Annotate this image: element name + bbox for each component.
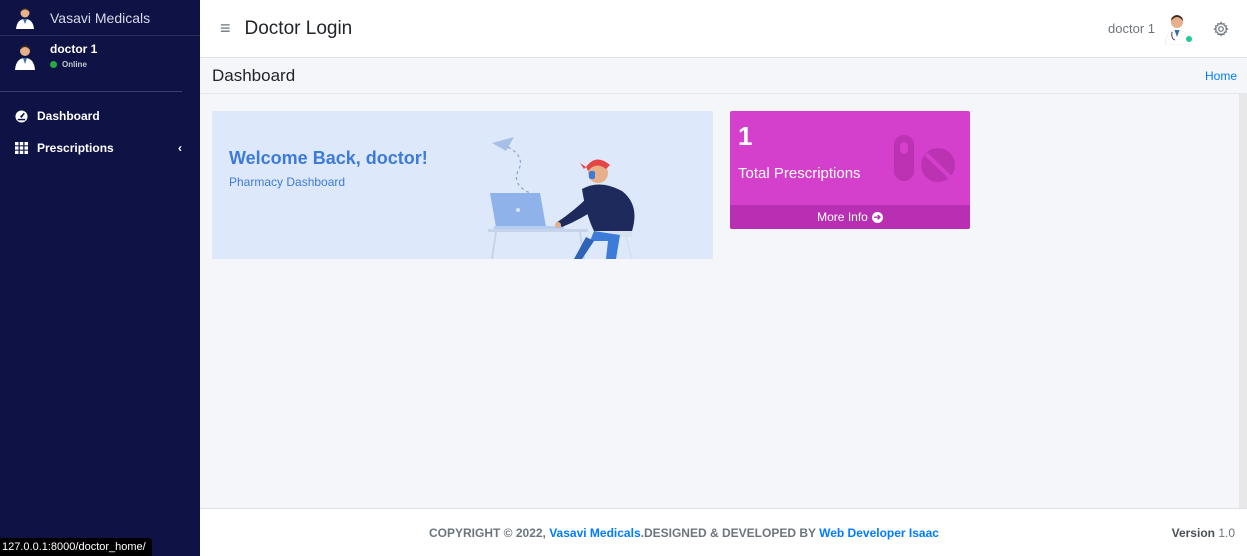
- welcome-title: Welcome Back, doctor!: [229, 148, 428, 168]
- version-label: Version: [1171, 525, 1215, 540]
- prescriptions-count: 1: [738, 121, 753, 151]
- user-status-label: Online: [62, 60, 87, 69]
- online-status-icon: [1185, 34, 1193, 43]
- sidebar-item-label: Dashboard: [37, 109, 100, 123]
- sidebar-item-label: Prescriptions: [37, 141, 114, 155]
- user-panel[interactable]: doctor 1 Online: [0, 36, 182, 92]
- top-navbar: ≡ Doctor Login doctor 1: [200, 0, 1247, 58]
- user-name[interactable]: doctor 1: [50, 42, 97, 56]
- welcome-card: Welcome Back, doctor! Pharmacy Dashboard: [212, 111, 713, 259]
- arrow-circle-right-icon: ➜: [871, 211, 883, 223]
- prescriptions-label: Total Prescriptions: [738, 165, 861, 182]
- online-status-icon: [50, 61, 57, 68]
- brand-logo-avatar: [16, 7, 34, 29]
- developer-link[interactable]: Web Developer Isaac: [819, 526, 939, 540]
- status-bar-url: 127.0.0.1:8000/doctor_home/: [0, 538, 152, 556]
- tachometer-icon: [14, 109, 28, 123]
- brand-footer-link[interactable]: Vasavi Medicals: [549, 526, 640, 540]
- welcome-subtitle: Pharmacy Dashboard: [229, 175, 346, 189]
- content-header: Dashboard Home: [200, 58, 1247, 94]
- more-info-link[interactable]: More Info ➜: [730, 205, 970, 229]
- sidebar-nav: Dashboard Prescriptions ‹: [0, 100, 200, 164]
- top-right-controls: doctor 1: [1108, 13, 1229, 45]
- person-at-laptop-illustration: [488, 137, 635, 259]
- designed-by-text: .DESIGNED & DEVELOPED BY: [640, 525, 820, 540]
- grid-icon: [14, 141, 28, 155]
- top-username[interactable]: doctor 1: [1108, 21, 1155, 36]
- menu-icon[interactable]: ≡: [220, 18, 231, 39]
- version-number: 1.0: [1214, 525, 1235, 540]
- more-info-label: More Info: [817, 210, 868, 224]
- gear-icon[interactable]: [1213, 20, 1229, 37]
- scrollbar[interactable]: [1239, 94, 1247, 508]
- copyright-prefix: COPYRIGHT © 2022,: [429, 525, 550, 540]
- breadcrumb-home-link[interactable]: Home: [1205, 69, 1237, 83]
- avatar[interactable]: [1163, 13, 1193, 45]
- user-status: Online: [50, 60, 97, 69]
- sidebar: Vasavi Medicals doctor 1 Online Dashboar…: [0, 0, 200, 556]
- brand-name: Vasavi Medicals: [50, 9, 151, 26]
- section-title: Dashboard: [212, 65, 296, 85]
- total-prescriptions-box: 1 Total Prescriptions More Info ➜: [730, 111, 970, 229]
- page-footer: COPYRIGHT © 2022, Vasavi Medicals.DESIGN…: [200, 508, 1247, 556]
- copyright-text: COPYRIGHT © 2022, Vasavi Medicals.DESIGN…: [429, 526, 939, 540]
- sidebar-item-prescriptions[interactable]: Prescriptions ‹: [0, 132, 200, 164]
- chevron-left-icon[interactable]: ‹: [178, 141, 182, 155]
- brand-link[interactable]: Vasavi Medicals: [0, 0, 200, 36]
- user-avatar: [15, 45, 35, 70]
- version-info: Version 1.0: [1172, 526, 1235, 540]
- page-title: Doctor Login: [244, 17, 353, 39]
- pills-icon: [894, 135, 955, 182]
- sidebar-item-dashboard[interactable]: Dashboard: [0, 100, 200, 132]
